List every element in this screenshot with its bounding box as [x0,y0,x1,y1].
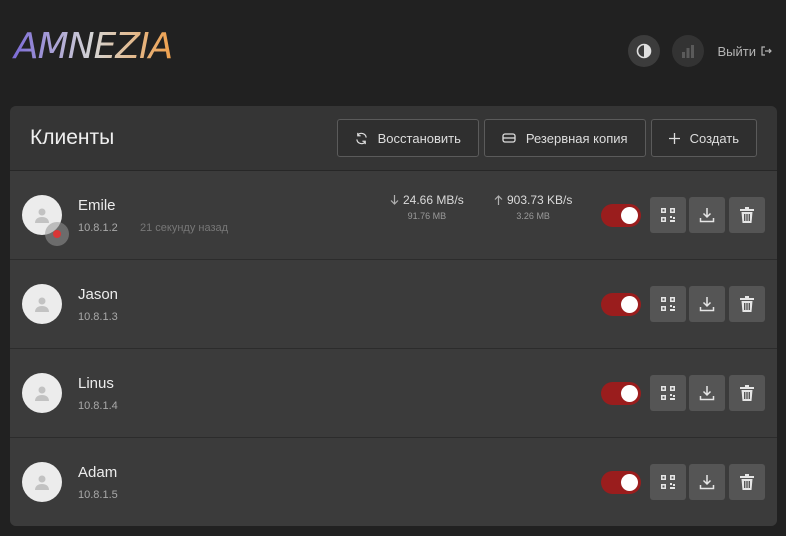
logo-text: AMNEZIA [12,26,172,67]
delete-button[interactable] [729,375,765,411]
enable-toggle[interactable] [601,293,641,316]
online-indicator [45,222,69,246]
enable-toggle[interactable] [601,382,641,405]
backup-button[interactable]: Резервная копия [483,119,646,157]
client-name[interactable]: Jason [78,286,118,303]
client-row: Emile 10.8.1.2 21 секунду назад 24.66 MB… [10,171,777,260]
contrast-icon [636,43,651,59]
client-row: Jason 10.8.1.3 [10,260,777,349]
download-rate: 24.66 MB/s [403,193,464,207]
create-button[interactable]: Создать [650,119,757,157]
client-ip: 10.8.1.5 [78,489,118,501]
upload-rate: 903.73 KB/s [507,193,573,207]
download-stat: 24.66 MB/s 91.76 MB [390,193,464,221]
delete-button[interactable] [729,286,765,322]
backup-label: Резервная копия [525,130,628,146]
qr-code-icon [661,297,675,311]
download-icon [699,475,715,490]
restore-label: Восстановить [377,130,461,146]
qr-code-button[interactable] [650,464,686,500]
page-title: Клиенты [30,126,115,149]
logout-icon [761,46,772,56]
avatar [22,373,62,413]
enable-toggle[interactable] [601,471,641,494]
arrow-down-icon [390,195,399,205]
plus-icon [668,132,680,144]
archive-icon [502,133,516,143]
last-seen: 21 секунду назад [140,222,229,234]
amnezia-logo: AMNEZIA [12,26,173,67]
trash-icon [740,474,754,490]
qr-code-icon [661,208,675,222]
trash-icon [740,296,754,312]
qr-code-button[interactable] [650,197,686,233]
bar-chart-icon [681,45,694,58]
download-icon [699,386,715,401]
qr-code-button[interactable] [650,375,686,411]
client-ip: 10.8.1.2 [78,222,118,234]
download-config-button[interactable] [689,197,725,233]
refresh-icon [355,132,367,144]
download-config-button[interactable] [689,375,725,411]
stats-button[interactable] [671,35,704,67]
user-icon [35,208,49,223]
top-bar: AMNEZIA Выйти [0,0,786,100]
client-row: Linus 10.8.1.4 [10,349,777,438]
client-row: Adam 10.8.1.5 [10,438,777,526]
client-name[interactable]: Adam [78,464,117,481]
qr-code-icon [661,386,675,400]
trash-icon [740,207,754,223]
user-icon [35,297,49,312]
download-total: 91.76 MB [407,211,447,221]
avatar [22,284,62,324]
client-ip: 10.8.1.3 [78,311,118,323]
download-icon [699,208,715,223]
logout-label: Выйти [717,43,757,59]
download-config-button[interactable] [689,286,725,322]
clients-panel: Клиенты Восстановить Резервная копия Соз… [10,106,777,526]
panel-header: Клиенты Восстановить Резервная копия Соз… [10,106,777,171]
upload-stat: 903.73 KB/s 3.26 MB [494,193,572,221]
user-icon [35,386,49,401]
qr-code-icon [661,475,675,489]
theme-toggle-button[interactable] [627,35,660,67]
logout-link[interactable]: Выйти [718,44,773,59]
enable-toggle[interactable] [601,204,641,227]
qr-code-button[interactable] [650,286,686,322]
arrow-up-icon [494,195,503,205]
delete-button[interactable] [729,197,765,233]
download-icon [699,297,715,312]
trash-icon [740,385,754,401]
avatar [22,462,62,502]
download-config-button[interactable] [689,464,725,500]
client-name[interactable]: Linus [78,375,114,392]
top-actions: Выйти [627,35,773,67]
create-label: Создать [689,130,739,146]
restore-button[interactable]: Восстановить [336,119,479,157]
user-icon [35,475,49,490]
header-buttons: Восстановить Резервная копия Создать [336,119,757,157]
upload-total: 3.26 MB [516,211,550,221]
client-name[interactable]: Emile [78,197,116,214]
delete-button[interactable] [729,464,765,500]
client-ip: 10.8.1.4 [78,400,118,412]
